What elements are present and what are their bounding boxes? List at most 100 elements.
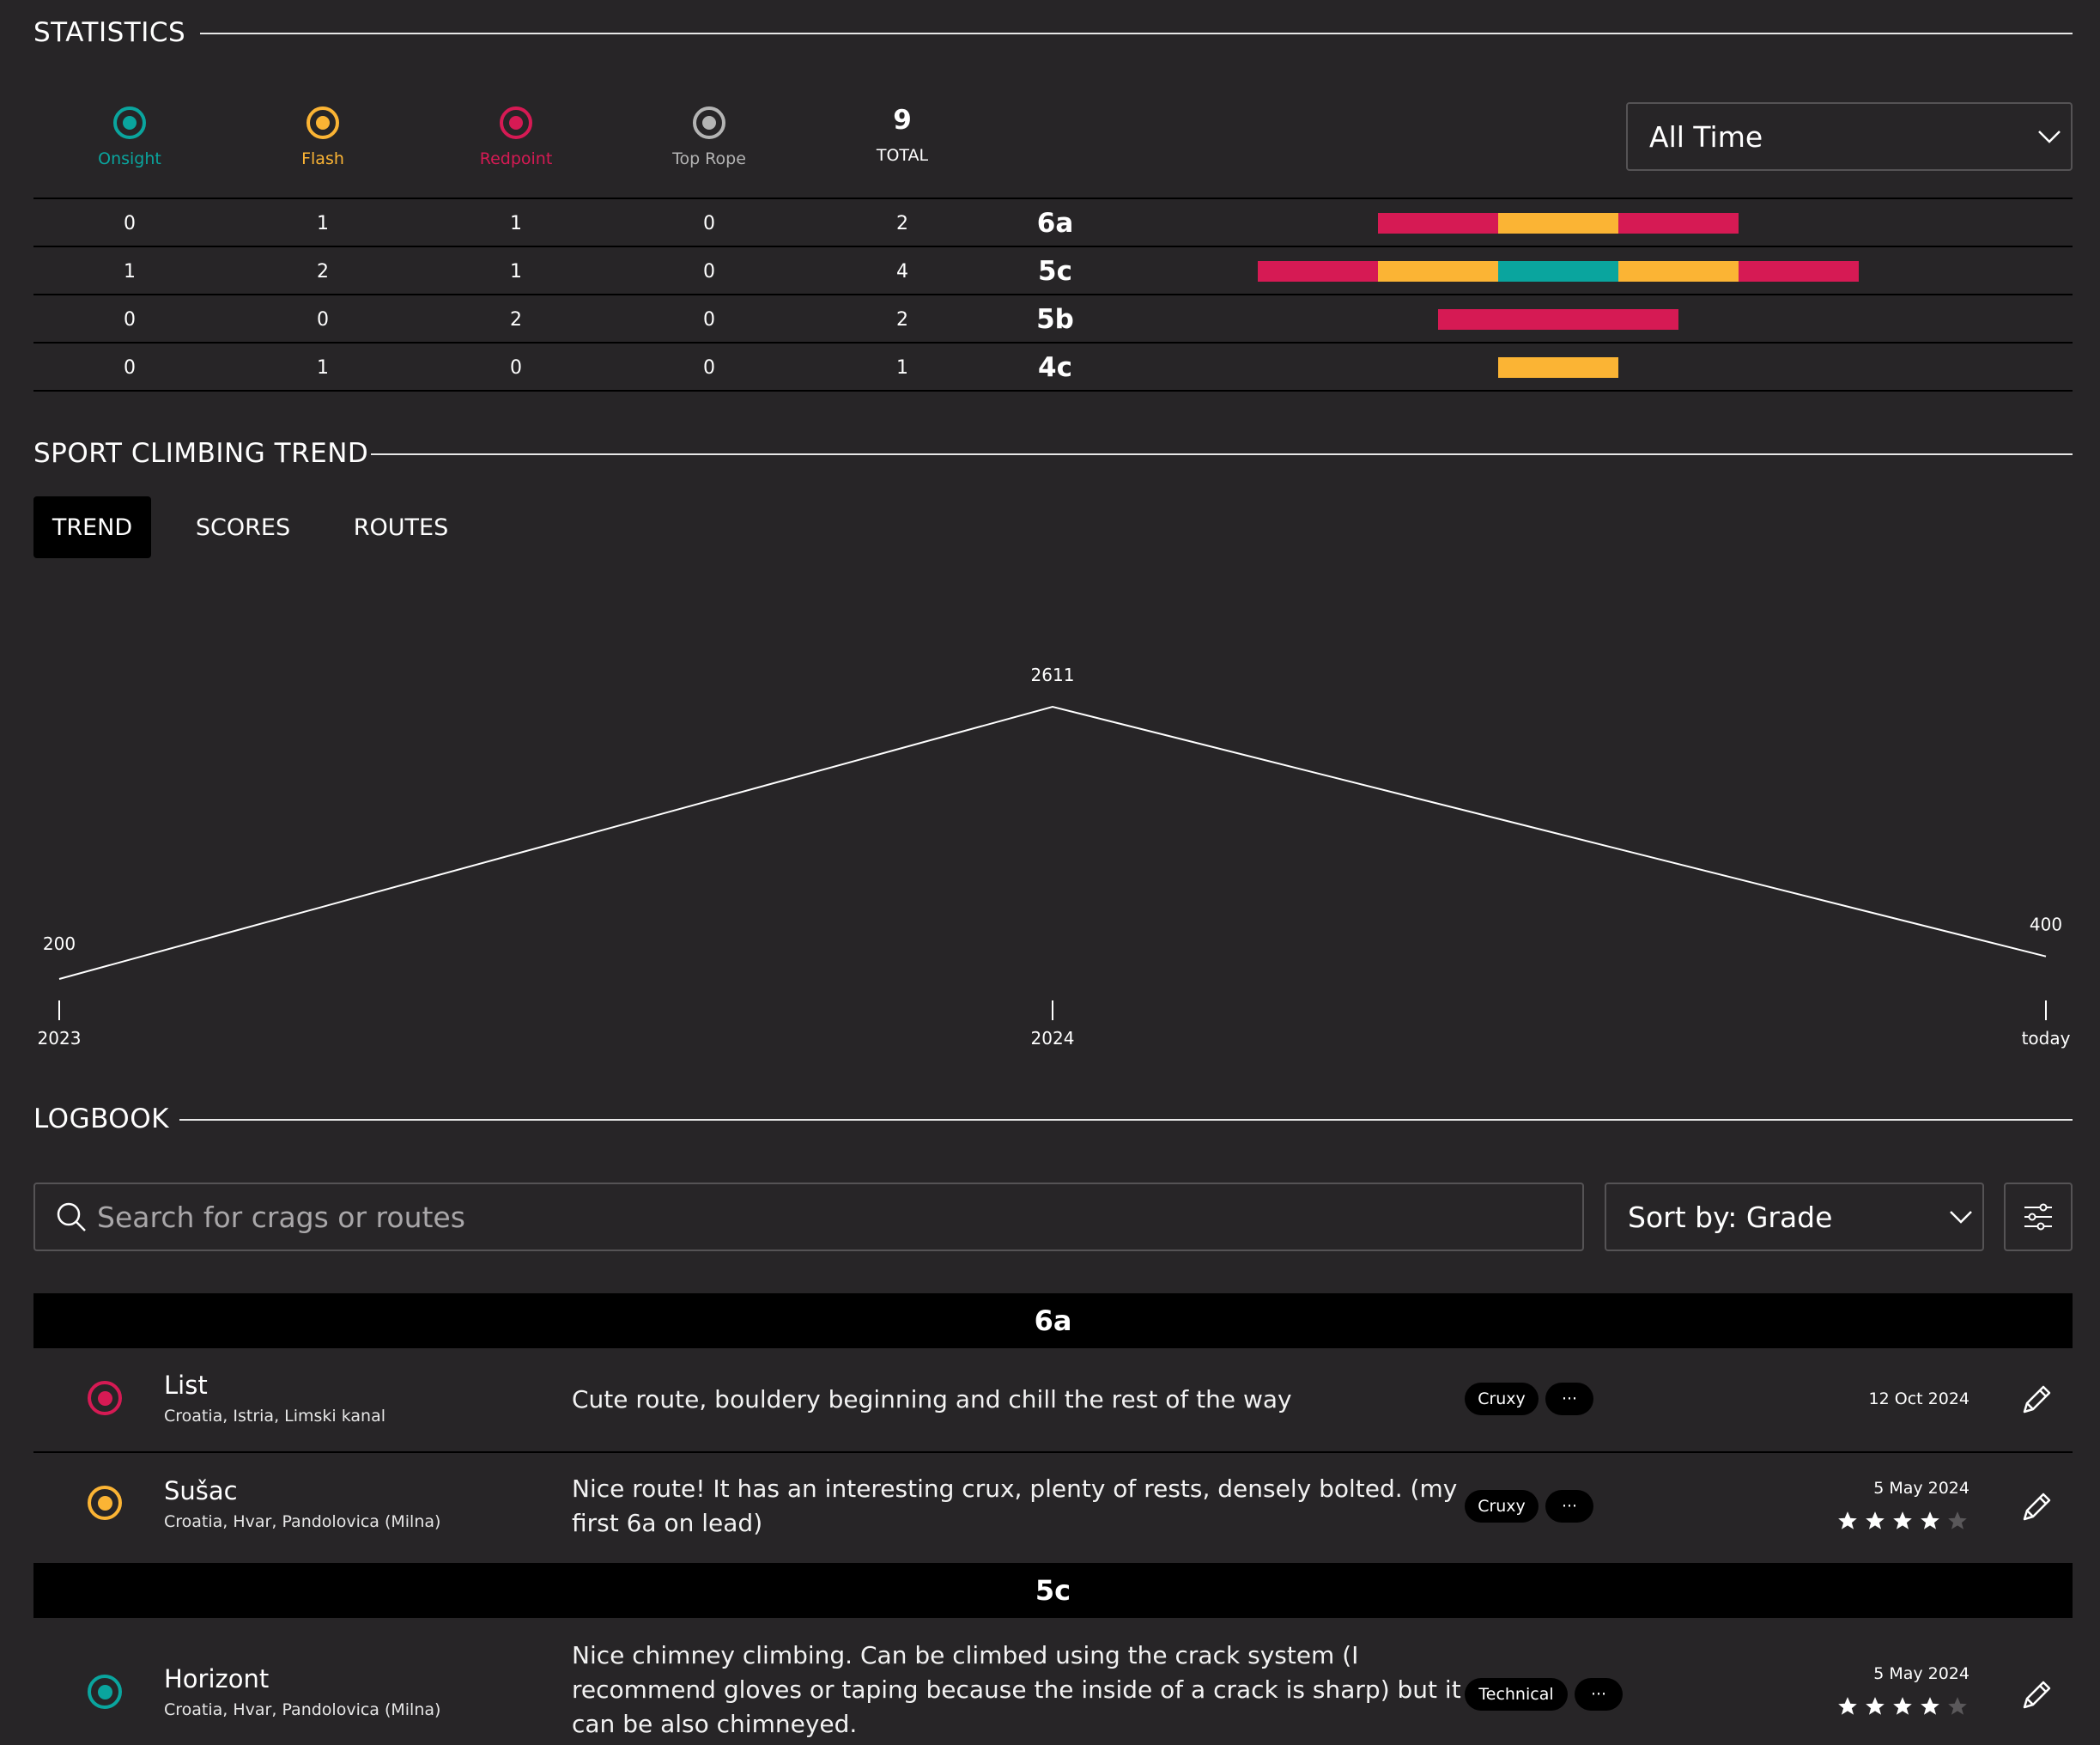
tab-trend[interactable]: TREND: [33, 496, 151, 558]
stats-grade-label: 6a: [1036, 208, 1074, 239]
data-label: 2611: [1031, 665, 1075, 685]
stats-row-6a: 0 1 1 0 2 6a: [33, 199, 2073, 247]
sliders-icon: [2024, 1203, 2052, 1231]
x-tick-label: 2023: [38, 1028, 82, 1049]
stats-grade-label: 5c: [1038, 256, 1072, 287]
stats-cell-flash: 2: [317, 261, 329, 283]
bar-segment-redpoint: [1558, 309, 1678, 330]
bar-segment-redpoint: [1378, 213, 1498, 234]
tag-cruxy[interactable]: Cruxy: [1465, 1490, 1539, 1523]
star-icon: [1891, 1510, 1914, 1535]
legend-top-rope-label: Top Rope: [672, 149, 746, 168]
star-icon: [1946, 1695, 1969, 1721]
legend-flash: Flash: [237, 101, 409, 168]
legend-redpoint: Redpoint: [430, 101, 602, 168]
star-icon: [1946, 1510, 1969, 1535]
tab-scores[interactable]: SCORES: [178, 496, 308, 558]
edit-pencil-icon[interactable]: [2018, 1488, 2055, 1526]
stats-cell-flash: 1: [317, 357, 329, 379]
search-input[interactable]: Search for crags or routes: [33, 1183, 1584, 1251]
bar-segment-redpoint: [1618, 213, 1739, 234]
flash-icon: [88, 1486, 122, 1520]
trend-rule: [371, 453, 2073, 455]
stats-cell-redpoint: 1: [510, 261, 522, 283]
filter-button[interactable]: [2004, 1183, 2073, 1251]
stats-row-5b: 0 0 2 0 2 5b: [33, 295, 2073, 344]
star-icon: [1864, 1695, 1886, 1721]
more-tags-button[interactable]: ···: [1575, 1678, 1623, 1711]
sort-dropdown[interactable]: Sort by: Grade: [1605, 1183, 1984, 1251]
stats-cell-toprope: 0: [703, 309, 715, 331]
legend-onsight: Onsight: [44, 101, 215, 168]
stats-cell-onsight: 0: [124, 357, 136, 379]
stats-row-5c: 1 2 1 0 4 5c: [33, 247, 2073, 295]
edit-pencil-icon[interactable]: [2018, 1381, 2055, 1419]
route-comment: Nice chimney climbing. Can be climbed us…: [572, 1641, 1461, 1738]
period-selected: All Time: [1649, 119, 1763, 154]
redpoint-icon: [500, 106, 532, 139]
data-label: 400: [2030, 915, 2062, 935]
legend-flash-label: Flash: [301, 149, 344, 168]
stats-row-4c: 0 1 0 0 1 4c: [33, 344, 2073, 392]
star-icon: [1836, 1510, 1859, 1535]
rating-stars: [1836, 1695, 1969, 1721]
statistics-heading: STATISTICS: [33, 17, 186, 48]
flash-icon: [307, 106, 339, 139]
logbook-entry[interactable]: Horizont Croatia, Hvar, Pandolovica (Mil…: [33, 1618, 2073, 1745]
star-icon: [1864, 1510, 1886, 1535]
stats-cell-total: 1: [896, 357, 908, 379]
tab-routes[interactable]: ROUTES: [341, 496, 461, 558]
more-tags-button[interactable]: ···: [1545, 1490, 1593, 1523]
legend-redpoint-label: Redpoint: [479, 149, 553, 168]
route-name[interactable]: List: [164, 1371, 208, 1400]
stats-cell-total: 4: [896, 261, 908, 283]
route-comment: Nice route! It has an interesting crux, …: [572, 1474, 1458, 1537]
star-icon: [1919, 1695, 1941, 1721]
logbook-entry[interactable]: List Croatia, Istria, Limski kanal Cute …: [33, 1348, 2073, 1451]
statistics-rule: [200, 33, 2073, 34]
data-label: 200: [43, 933, 76, 954]
search-placeholder: Search for crags or routes: [97, 1200, 465, 1234]
tag-cruxy[interactable]: Cruxy: [1465, 1383, 1539, 1415]
stats-cell-redpoint: 2: [510, 309, 522, 331]
route-name[interactable]: Sušac: [164, 1476, 238, 1505]
tag-technical[interactable]: Technical: [1465, 1678, 1568, 1711]
bar-segment-redpoint: [1438, 309, 1558, 330]
star-icon: [1919, 1510, 1941, 1535]
logbook-entry[interactable]: Sušac Croatia, Hvar, Pandolovica (Milna)…: [33, 1453, 2073, 1561]
route-comment: Cute route, bouldery beginning and chill…: [572, 1385, 1292, 1414]
grade-group-header: 5c: [33, 1563, 2073, 1618]
legend-total: 9 TOTAL: [816, 101, 988, 165]
stats-cell-total: 2: [896, 309, 908, 331]
chevron-down-icon: [2028, 130, 2071, 143]
route-name[interactable]: Horizont: [164, 1664, 269, 1693]
entry-date: 5 May 2024: [1873, 1479, 1970, 1498]
stats-cell-onsight: 1: [124, 261, 136, 283]
bar-segment-flash: [1378, 261, 1498, 282]
bar-segment-onsight: [1498, 261, 1618, 282]
stats-cell-flash: 0: [317, 309, 329, 331]
trend-series-line: [58, 705, 2047, 980]
edit-pencil-icon[interactable]: [2018, 1676, 2055, 1714]
star-icon: [1836, 1695, 1859, 1721]
route-location: Croatia, Istria, Limski kanal: [164, 1407, 386, 1426]
stats-cell-toprope: 0: [703, 357, 715, 379]
grade-group-header: 6a: [33, 1293, 2073, 1348]
route-location: Croatia, Hvar, Pandolovica (Milna): [164, 1512, 441, 1531]
bar-segment-redpoint: [1739, 261, 1859, 282]
period-dropdown[interactable]: All Time: [1626, 102, 2073, 171]
x-tick-label: today: [2022, 1028, 2071, 1049]
stats-grade-label: 5b: [1036, 304, 1074, 335]
legend-top-rope: Top Rope: [623, 101, 795, 168]
stats-grade-label: 4c: [1038, 352, 1072, 383]
stats-cell-toprope: 0: [703, 261, 715, 283]
logbook-rule: [179, 1119, 2073, 1121]
bar-segment-flash: [1498, 213, 1618, 234]
onsight-icon: [113, 106, 146, 139]
total-count: 9: [893, 105, 912, 136]
onsight-icon: [88, 1675, 122, 1709]
stats-cell-flash: 1: [317, 213, 329, 234]
stats-cell-total: 2: [896, 213, 908, 234]
stats-divider: [33, 390, 2073, 392]
more-tags-button[interactable]: ···: [1545, 1383, 1593, 1415]
